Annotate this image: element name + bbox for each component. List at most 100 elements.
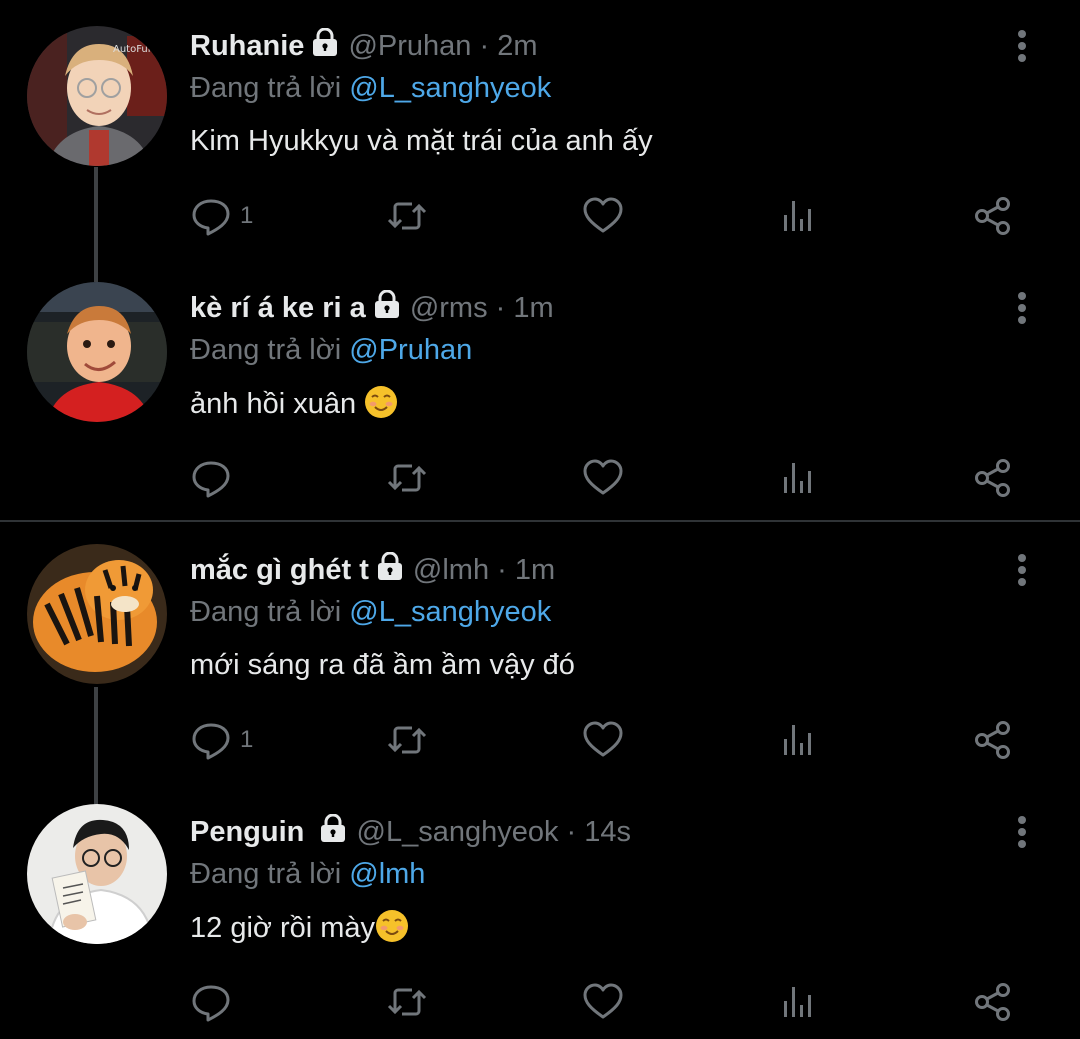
tweet-header: kè rí á ke ri a @rms · 1m <box>190 290 1010 326</box>
analytics-button[interactable] <box>778 194 820 238</box>
tweet[interactable]: kè rí á ke ri a @rms · 1m Đang trả lời @… <box>0 262 1080 520</box>
retweet-button[interactable] <box>386 456 428 500</box>
retweet-button[interactable] <box>386 718 428 762</box>
replying-to-label: Đang trả lời <box>190 858 342 890</box>
tweet-text-content: ảnh hồi xuân <box>190 388 357 420</box>
tweet[interactable]: Penguin @L_sanghyeok · 14s Đang trả lời … <box>0 784 1080 1039</box>
more-vertical-icon[interactable] <box>1010 28 1034 64</box>
like-button[interactable] <box>582 194 624 238</box>
replying-to: Đang trả lời @L_sanghyeok <box>190 594 1010 630</box>
more-vertical-icon[interactable] <box>1010 814 1034 850</box>
separator-dot: · <box>566 816 577 848</box>
replying-to-label: Đang trả lời <box>190 72 342 104</box>
timestamp[interactable]: 2m <box>497 30 537 62</box>
replying-to: Đang trả lời @lmh <box>190 856 1010 892</box>
separator-dot: · <box>479 30 490 62</box>
more-vertical-icon[interactable] <box>1010 290 1034 326</box>
reply-icon <box>190 719 232 761</box>
retweet-icon <box>386 981 428 1023</box>
reply-icon <box>190 195 232 237</box>
heart-icon <box>582 195 624 237</box>
tweet-actions: 1 <box>190 718 1030 762</box>
analytics-button[interactable] <box>778 980 820 1024</box>
like-button[interactable] <box>582 980 624 1024</box>
tweet[interactable]: AutoFull Ruhanie @Pruhan · 2m Đang trả l… <box>0 0 1080 262</box>
analytics-icon <box>778 457 820 499</box>
retweet-button[interactable] <box>386 980 428 1024</box>
share-button[interactable] <box>972 194 1014 238</box>
timeline-feed: AutoFull Ruhanie @Pruhan · 2m Đang trả l… <box>0 0 1080 1039</box>
replying-to-mention[interactable]: @Pruhan <box>349 334 472 366</box>
like-button[interactable] <box>582 456 624 500</box>
lock-icon <box>318 814 348 844</box>
replying-to-label: Đang trả lời <box>190 596 342 628</box>
analytics-button[interactable] <box>778 718 820 762</box>
avatar[interactable] <box>27 804 167 944</box>
smiling-face-emoji <box>364 385 398 419</box>
tweet-header: Penguin @L_sanghyeok · 14s <box>190 814 1010 850</box>
lock-icon <box>372 290 402 320</box>
display-name[interactable]: Penguin <box>190 816 304 848</box>
separator-dot: · <box>497 554 507 586</box>
handle[interactable]: @L_sanghyeok <box>357 816 559 848</box>
tweet-header: Ruhanie @Pruhan · 2m <box>190 28 1010 64</box>
retweet-button[interactable] <box>386 194 428 238</box>
tweet-text: 12 giờ rồi mày <box>190 909 1010 946</box>
share-button[interactable] <box>972 718 1014 762</box>
share-icon <box>972 981 1014 1023</box>
tweet-header: mắc gì ghét t @lmh · 1m <box>190 552 1010 588</box>
display-name[interactable]: mắc gì ghét t <box>190 554 369 586</box>
reply-button[interactable]: 1 <box>190 194 253 238</box>
separator-dot: · <box>495 292 506 324</box>
retweet-icon <box>386 457 428 499</box>
tweet-text: ảnh hồi xuân <box>190 385 1010 422</box>
replying-to-mention[interactable]: @L_sanghyeok <box>349 72 551 104</box>
share-icon <box>972 195 1014 237</box>
handle[interactable]: @rms <box>410 292 488 324</box>
share-button[interactable] <box>972 456 1014 500</box>
lock-icon <box>310 28 340 58</box>
avatar[interactable] <box>27 544 167 684</box>
replying-to-label: Đang trả lời <box>190 334 342 366</box>
tweet-text: mới sáng ra đã ầm ầm vậy đó <box>190 649 575 681</box>
reply-count: 1 <box>240 202 254 229</box>
tweet-actions: 1 <box>190 194 1030 238</box>
tweet[interactable]: mắc gì ghét t @lmh · 1m Đang trả lời @L_… <box>0 522 1080 784</box>
display-name[interactable]: kè rí á ke ri a <box>190 292 366 324</box>
replying-to-mention[interactable]: @L_sanghyeok <box>349 596 551 628</box>
retweet-icon <box>386 195 428 237</box>
lock-icon <box>375 552 405 582</box>
reply-count: 1 <box>240 726 254 753</box>
reply-button[interactable]: 1 <box>190 718 253 762</box>
heart-icon <box>582 719 624 761</box>
display-name[interactable]: Ruhanie <box>190 30 304 62</box>
avatar[interactable] <box>27 282 167 422</box>
tweet-actions <box>190 980 1030 1024</box>
avatar[interactable]: AutoFull <box>27 26 167 166</box>
timestamp[interactable]: 14s <box>584 816 631 848</box>
timestamp[interactable]: 1m <box>513 292 553 324</box>
reply-button[interactable] <box>190 980 232 1024</box>
handle[interactable]: @Pruhan <box>348 30 471 62</box>
handle[interactable]: @lmh <box>413 554 489 586</box>
heart-icon <box>582 457 624 499</box>
tweet-text: Kim Hyukkyu và mặt trái của anh ấy <box>190 125 653 157</box>
analytics-button[interactable] <box>778 456 820 500</box>
timestamp[interactable]: 1m <box>515 554 555 586</box>
tweet-text-content: 12 giờ rồi mày <box>190 912 376 944</box>
share-icon <box>972 457 1014 499</box>
replying-to: Đang trả lời @Pruhan <box>190 332 1010 368</box>
reply-icon <box>190 981 232 1023</box>
share-button[interactable] <box>972 980 1014 1024</box>
analytics-icon <box>778 981 820 1023</box>
reply-icon <box>190 457 232 499</box>
retweet-icon <box>386 719 428 761</box>
replying-to: Đang trả lời @L_sanghyeok <box>190 70 1010 106</box>
analytics-icon <box>778 719 820 761</box>
like-button[interactable] <box>582 718 624 762</box>
heart-icon <box>582 981 624 1023</box>
tweet-actions <box>190 456 1030 500</box>
replying-to-mention[interactable]: @lmh <box>349 858 425 890</box>
more-vertical-icon[interactable] <box>1010 552 1034 588</box>
reply-button[interactable] <box>190 456 232 500</box>
